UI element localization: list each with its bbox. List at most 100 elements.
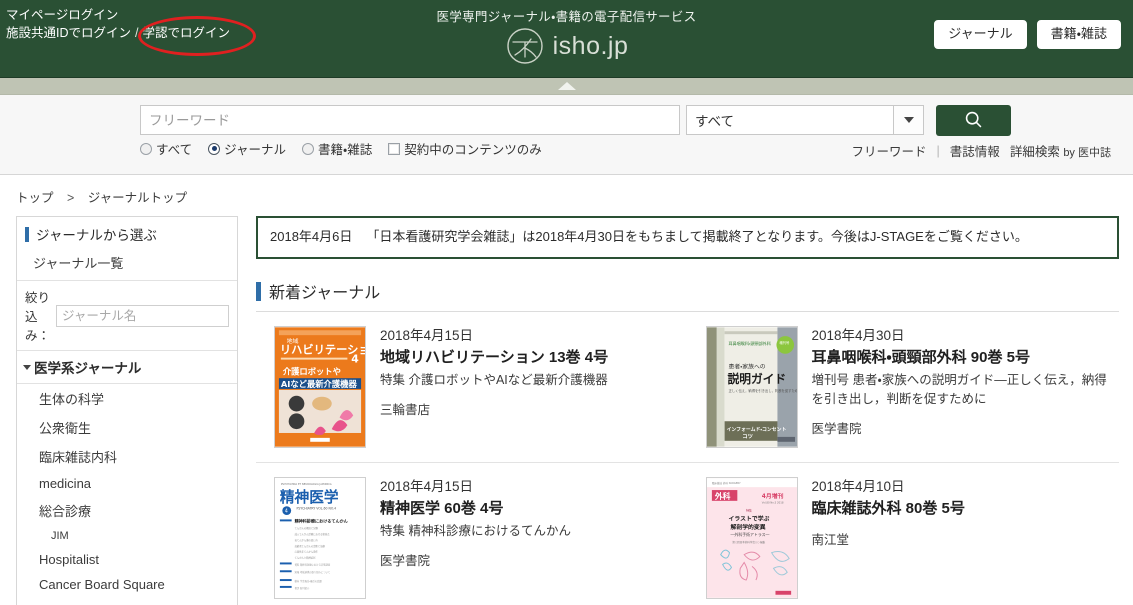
sidebar-header-label: ジャーナルから選ぶ bbox=[36, 228, 157, 243]
sidebar-item-journal[interactable]: JIM bbox=[17, 525, 237, 547]
svg-text:PSYCHIATRY VOL.60 NO.4: PSYCHIATRY VOL.60 NO.4 bbox=[297, 507, 337, 511]
svg-text:4: 4 bbox=[285, 509, 288, 515]
radio-icon-books bbox=[302, 142, 315, 155]
svg-text:インフォームド・コンセント: インフォームド・コンセント bbox=[726, 427, 786, 433]
triangle-down-icon bbox=[23, 364, 31, 370]
svg-text:イラストで学ぶ: イラストで学ぶ bbox=[728, 515, 769, 523]
sidebar-item-journal[interactable]: medicina bbox=[17, 471, 237, 496]
search-icon bbox=[963, 109, 984, 133]
search-area: すべて すべて ジャーナル bbox=[0, 95, 1133, 175]
radio-option-books[interactable]: 書籍・雑誌 bbox=[302, 139, 372, 158]
svg-text:成人てんかん診療における留意点: 成人てんかん診療における留意点 bbox=[295, 532, 331, 536]
journal-card: 臨床雑誌 外科 SURGERY 外科 4月増刊 Vol.80 No.5 2018… bbox=[688, 463, 1120, 605]
svg-text:PSYCHIATRIA ET NEUROLOGIA JAPO: PSYCHIATRIA ET NEUROLOGIA JAPONICA bbox=[281, 482, 332, 486]
breadcrumb-item-journal-top: ジャーナルトップ bbox=[87, 191, 188, 205]
svg-text:Vol.80 No.5 2018: Vol.80 No.5 2018 bbox=[761, 501, 783, 505]
journal-title[interactable]: 地域リハビリテーション 13巻 4号 bbox=[380, 347, 678, 369]
journal-date: 2018年4月10日 bbox=[811, 479, 905, 495]
link-biblio-search[interactable]: 書誌情報 bbox=[950, 141, 1000, 160]
sidebar-item-journal[interactable]: Hospitalist bbox=[17, 547, 237, 572]
journal-title[interactable]: 精神医学 60巻 4号 bbox=[380, 498, 678, 520]
svg-text:書評 新刊紹介: 書評 新刊紹介 bbox=[295, 586, 310, 590]
journal-date: 2018年4月30日 bbox=[811, 328, 905, 344]
journal-card: 耳鼻咽喉科・頭頸部外科 増刊号 患者・家族への 説明ガイド 正しく伝え，納得を引… bbox=[687, 312, 1119, 464]
site-header: マイページログイン 施設共通IDでログイン / 学認でログイン 医学専門ジャーナル・… bbox=[0, 0, 1133, 78]
sidebar-item-journal[interactable]: Cancer Board Square bbox=[17, 572, 237, 597]
journal-info: 2018年4月15日 精神医学 60巻 4号 特集 精神科診療におけるてんかん … bbox=[380, 477, 678, 599]
svg-text:動向 学会報告・最近の話題: 動向 学会報告・最近の話題 bbox=[295, 579, 323, 583]
header-buttons: ジャーナル 書籍・雑誌 bbox=[934, 20, 1121, 49]
svg-text:高齢者てんかんの診断と治療: 高齢者てんかんの診断と治療 bbox=[295, 544, 326, 548]
svg-text:てんかんの概念と分類: てんかんの概念と分類 bbox=[295, 526, 319, 530]
journal-date: 2018年4月15日 bbox=[380, 479, 474, 495]
link-freeword-search[interactable]: フリーワード bbox=[852, 141, 927, 160]
cover-seishin-igaku[interactable]: PSYCHIATRIA ET NEUROLOGIA JAPONICA 精神医学 … bbox=[274, 477, 366, 600]
breadcrumb-item-top[interactable]: トップ bbox=[16, 191, 54, 205]
sidebar-item-journal[interactable]: 糖尿病診療マスター bbox=[17, 597, 237, 605]
accent-bar-icon bbox=[25, 226, 29, 242]
search-input[interactable] bbox=[140, 105, 680, 135]
link-advanced-search[interactable]: 詳細検索 by 医中誌 bbox=[1010, 141, 1111, 160]
header-button-journal[interactable]: ジャーナル bbox=[934, 20, 1027, 49]
sidebar-group-medical-journals[interactable]: 医学系ジャーナル bbox=[17, 350, 237, 383]
svg-text:抗てんかん薬の使い方: 抗てんかん薬の使い方 bbox=[295, 538, 319, 542]
search-scope-select[interactable]: すべて bbox=[686, 105, 924, 135]
journal-info: 2018年4月10日 臨床雑誌外科 80巻 5号 南江堂 bbox=[812, 477, 1110, 599]
sidebar-filter: 絞り込み： bbox=[17, 280, 237, 350]
chevron-down-icon[interactable] bbox=[894, 105, 924, 135]
isho-circle-logo-icon bbox=[505, 26, 545, 66]
sidebar-group-label: 医学系ジャーナル bbox=[34, 361, 142, 376]
caret-up-icon[interactable] bbox=[557, 82, 576, 90]
journal-publisher: 南江堂 bbox=[811, 533, 850, 548]
search-row: すべて bbox=[140, 105, 1011, 136]
radio-option-journal[interactable]: ジャーナル bbox=[208, 139, 286, 158]
section-title: 新着ジャーナル bbox=[269, 285, 381, 303]
journal-card: PSYCHIATRIA ET NEUROLOGIA JAPONICA 精神医学 … bbox=[256, 463, 688, 605]
search-scope-value: すべて bbox=[686, 105, 894, 135]
search-options: すべて ジャーナル 書籍・雑誌 契約中のコンテンツのみ bbox=[140, 139, 554, 158]
sidebar-item-journal[interactable]: 生体の科学 bbox=[17, 384, 237, 413]
journal-subtitle: 増刊号 患者・家族への説明ガイド―正しく伝え，納得を引き出し，判断を促すために bbox=[811, 373, 1107, 406]
checkbox-option-contracted[interactable]: 契約中のコンテンツのみ bbox=[388, 139, 542, 158]
cover-jibi-inkoka[interactable]: 耳鼻咽喉科・頭頸部外科 増刊号 患者・家族への 説明ガイド 正しく伝え，納得を引… bbox=[705, 326, 798, 449]
link-advanced-search-label: 詳細検索 bbox=[1009, 145, 1060, 159]
sidebar-filter-label: 絞り込み： bbox=[25, 291, 51, 343]
radio-icon-all bbox=[140, 142, 152, 155]
radio-option-all[interactable]: すべて bbox=[140, 139, 192, 158]
body-wrap: ジャーナルから選ぶ ジャーナル一覧 絞り込み： 医学系ジャーナル 生体の科学 公… bbox=[0, 216, 1133, 605]
breadcrumb: トップ > ジャーナルトップ bbox=[0, 175, 1133, 216]
link-divider: | bbox=[936, 143, 940, 158]
cover-geka[interactable]: 臨床雑誌 外科 SURGERY 外科 4月増刊 Vol.80 No.5 2018… bbox=[705, 477, 798, 600]
svg-text:―外科手術アトラス―: ―外科手術アトラス― bbox=[730, 532, 769, 537]
svg-text:増刊号: 増刊号 bbox=[779, 340, 790, 345]
svg-text:解剖学的変異: 解剖学的変異 bbox=[730, 523, 765, 531]
journal-info: 2018年4月30日 耳鼻咽喉科・頭頸部外科 90巻 5号 増刊号 患者・家族へ… bbox=[812, 326, 1110, 448]
journal-date: 2018年4月15日 bbox=[380, 328, 474, 344]
sidebar-item-journal[interactable]: 臨床雑誌内科 bbox=[17, 442, 237, 471]
svg-text:精神科診療におけるてんかん: 精神科診療におけるてんかん bbox=[295, 517, 348, 523]
journal-title[interactable]: 耳鼻咽喉科・頭頸部外科 90巻 5号 bbox=[812, 347, 1110, 369]
journal-title[interactable]: 臨床雑誌外科 80巻 5号 bbox=[812, 498, 1110, 520]
sidebar-item-journal[interactable]: 総合診療 bbox=[17, 496, 237, 525]
header-button-books[interactable]: 書籍・雑誌 bbox=[1036, 20, 1121, 49]
svg-text:患者・家族への: 患者・家族への bbox=[728, 363, 765, 371]
cover-chiiki-rehabilitation[interactable]: 地域 リハビリテーション 4 介護ロボットや AIなど最新介護機器 bbox=[274, 326, 366, 449]
journal-card: 地域 リハビリテーション 4 介護ロボットや AIなど最新介護機器 bbox=[256, 312, 688, 464]
svg-text:AIなど最新介護機器: AIなど最新介護機器 bbox=[281, 379, 358, 389]
sidebar-filter-input[interactable] bbox=[56, 304, 229, 327]
svg-text:てんかんと精神症状: てんかんと精神症状 bbox=[295, 556, 317, 560]
svg-text:正しく伝え，納得を引き出し，判断を促すために: 正しく伝え，納得を引き出し，判断を促すために bbox=[728, 388, 796, 393]
svg-text:外科: 外科 bbox=[713, 491, 730, 501]
main-content: 2018年4月6日 「日本看護研究学会雑誌」は2018年4月30日をもちまして掲載… bbox=[256, 216, 1125, 605]
sidebar-item-journal[interactable]: 公衆衛生 bbox=[17, 413, 237, 442]
svg-text:4月増刊: 4月増刊 bbox=[761, 492, 783, 500]
svg-text:第○回日本外科学会○○ 編集: 第○回日本外科学会○○ 編集 bbox=[732, 540, 765, 544]
svg-text:特集: 特集 bbox=[746, 508, 752, 513]
notice-date: 2018年4月6日 bbox=[270, 229, 353, 244]
radio-icon-journal bbox=[208, 142, 221, 155]
search-button[interactable] bbox=[936, 105, 1011, 136]
sidebar-box: ジャーナルから選ぶ ジャーナル一覧 絞り込み： 医学系ジャーナル 生体の科学 公… bbox=[16, 216, 238, 605]
journal-publisher: 医学書院 bbox=[811, 421, 862, 436]
notice-text: 「日本看護研究学会雑誌」は2018年4月30日をもちまして掲載終了となります。今… bbox=[366, 229, 1028, 244]
sidebar-item-journal-list[interactable]: ジャーナル一覧 bbox=[17, 250, 237, 280]
